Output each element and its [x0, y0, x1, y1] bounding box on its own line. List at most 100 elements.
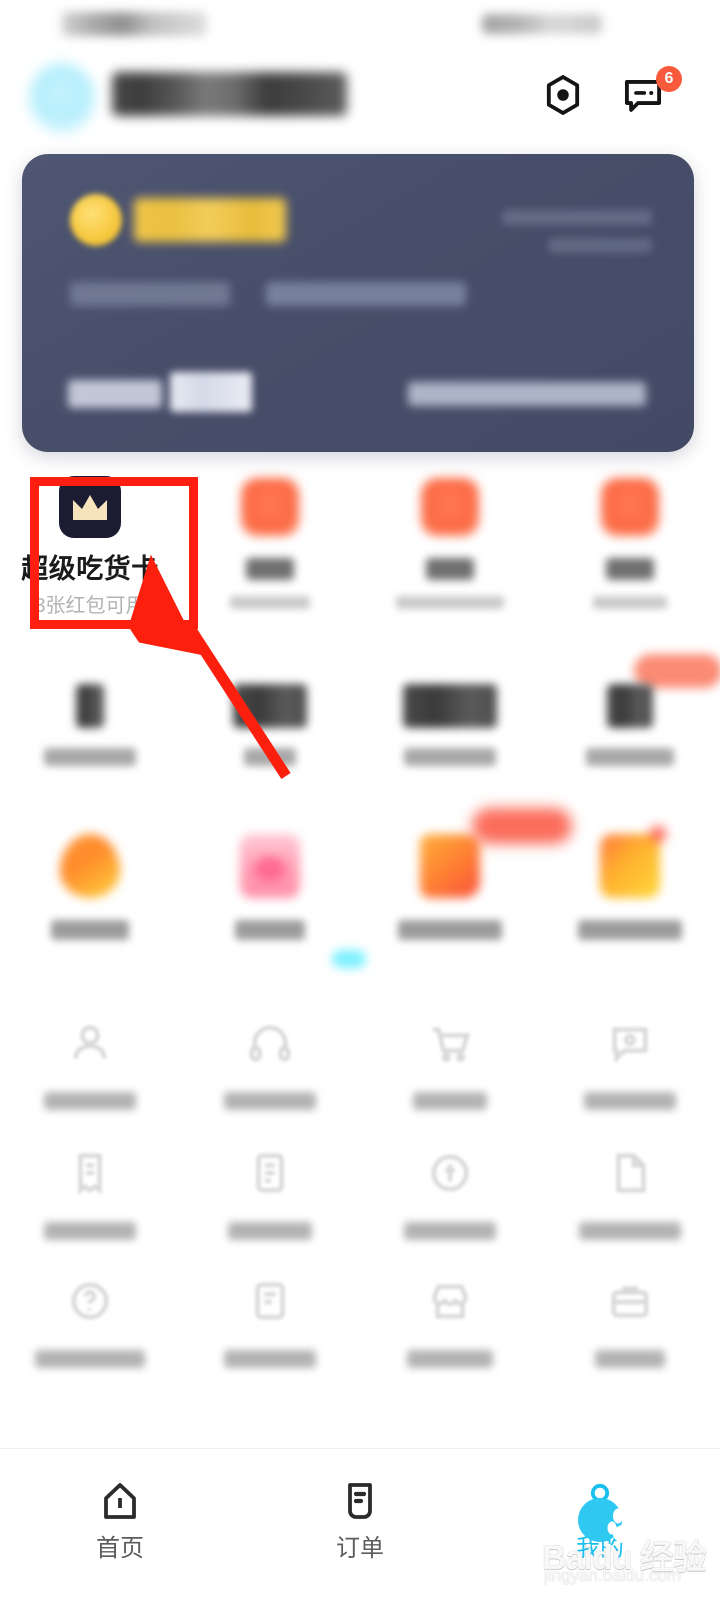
menu-grid-row-3 [0, 1268, 720, 1396]
banner-topright-line2-blurred [548, 238, 652, 253]
home-icon [96, 1477, 144, 1525]
service-dot-badge [650, 826, 666, 842]
status-bar-left-blurred [62, 12, 207, 36]
menu-item-invoice[interactable] [0, 1140, 180, 1268]
menu-label-blurred [44, 1092, 136, 1110]
menu-item-shop[interactable] [360, 1268, 540, 1396]
shop-icon [427, 1278, 473, 1324]
menu-grid-row-2 [0, 1140, 720, 1268]
profile-header: 6 [0, 58, 720, 142]
stat-item-2[interactable] [180, 668, 360, 788]
menu-label-blurred [579, 1222, 681, 1240]
service-item-4[interactable] [540, 826, 720, 970]
service-label-blurred [578, 920, 682, 940]
document-icon [607, 1150, 653, 1196]
services-row [0, 808, 720, 970]
avatar[interactable] [28, 62, 96, 134]
quick-item-subtitle-blurred [593, 596, 667, 609]
message-badge: 6 [656, 66, 682, 92]
quick-item-points[interactable] [360, 470, 540, 620]
member-banner-card[interactable] [22, 154, 694, 452]
service-item-3[interactable] [360, 808, 572, 970]
menu-item-card[interactable] [180, 1268, 360, 1396]
orange-square-icon [601, 478, 659, 536]
stat-value-blurred [607, 684, 653, 728]
menu-label-blurred [44, 1222, 136, 1240]
menu-item-business[interactable] [540, 1268, 720, 1396]
banner-stat-value-blurred [170, 372, 252, 412]
coin-icon [427, 1150, 473, 1196]
stat-value-blurred [76, 684, 104, 728]
orange-square-icon [421, 478, 479, 536]
page-indicator-dot [332, 950, 366, 968]
nav-item-order[interactable]: 订单 [240, 1449, 480, 1600]
stat-item-1[interactable] [0, 668, 180, 788]
quick-item-coupon[interactable] [180, 470, 360, 620]
briefcase-icon [607, 1278, 653, 1324]
menu-label-blurred [224, 1092, 316, 1110]
quick-item-subtitle-blurred [230, 596, 310, 609]
menu-item-profile[interactable] [0, 1010, 180, 1138]
stat-label-blurred [404, 748, 496, 766]
cup-icon [240, 834, 300, 898]
banner-topright-line1-blurred [502, 210, 652, 225]
bottom-navigation: 首页 订单 我的 [0, 1448, 720, 1600]
menu-label-blurred [228, 1222, 312, 1240]
service-label-blurred [51, 920, 129, 940]
status-bar [0, 0, 720, 52]
menu-label-blurred [413, 1092, 487, 1110]
gift-icon [420, 808, 572, 898]
menu-item-doc[interactable] [540, 1140, 720, 1268]
nav-label-home: 首页 [96, 1535, 144, 1562]
nav-item-mine[interactable]: 我的 [480, 1449, 720, 1600]
stat-label-blurred [586, 748, 674, 766]
nav-item-home[interactable]: 首页 [0, 1449, 240, 1600]
nav-label-order: 订单 [336, 1535, 384, 1562]
menu-item-support[interactable] [180, 1010, 360, 1138]
nav-label-mine: 我的 [576, 1535, 624, 1562]
username-masked-blurred [112, 72, 347, 116]
annotation-highlight-box [30, 477, 198, 629]
quick-item-title-blurred [426, 558, 474, 580]
banner-benefits-row [70, 282, 650, 308]
menu-item-address[interactable] [180, 1140, 360, 1268]
banner-benefit-1-blurred [70, 282, 230, 306]
headphone-icon [247, 1020, 293, 1066]
menu-item-wallet[interactable] [360, 1140, 540, 1268]
menu-label-blurred [584, 1092, 676, 1110]
quick-item-title-blurred [246, 558, 294, 580]
person-icon [67, 1020, 113, 1066]
service-item-1[interactable] [0, 830, 180, 970]
quick-item-member[interactable] [540, 470, 720, 620]
card-icon [247, 1278, 293, 1324]
menu-label-blurred [407, 1350, 493, 1368]
menu-item-feedback[interactable] [540, 1010, 720, 1138]
banner-stat-label-blurred [68, 380, 162, 408]
menu-item-cart[interactable] [360, 1010, 540, 1138]
order-icon [336, 1477, 384, 1525]
menu-label-blurred [35, 1350, 145, 1368]
status-bar-right-blurred [482, 14, 602, 34]
banner-action-text-blurred[interactable] [408, 382, 646, 406]
receipt-icon [67, 1150, 113, 1196]
menu-label-blurred [224, 1350, 316, 1368]
service-label-blurred [235, 920, 305, 940]
app-screen: 6 超级吃货卡 3张红包可用 首页 订单 我的 Baidu 经验 jingyan… [0, 0, 720, 1600]
comment-icon [607, 1020, 653, 1066]
stat-item-4[interactable] [540, 654, 720, 788]
cart-icon [427, 1020, 473, 1066]
quick-item-title-blurred [606, 558, 654, 580]
stat-label-blurred [44, 748, 136, 766]
service-item-2[interactable] [180, 830, 360, 970]
gold-coin-icon [70, 194, 122, 246]
banner-title-blurred [134, 198, 286, 242]
menu-grid-row-1 [0, 1010, 720, 1138]
stat-label-blurred [244, 748, 296, 766]
stat-item-3[interactable] [360, 668, 540, 788]
stat-value-blurred [403, 684, 497, 728]
settings-button[interactable] [540, 72, 586, 118]
flame-drop-icon [60, 834, 120, 898]
stat-badge-blurred [634, 654, 720, 688]
menu-item-help[interactable] [0, 1268, 180, 1396]
menu-label-blurred [595, 1350, 665, 1368]
